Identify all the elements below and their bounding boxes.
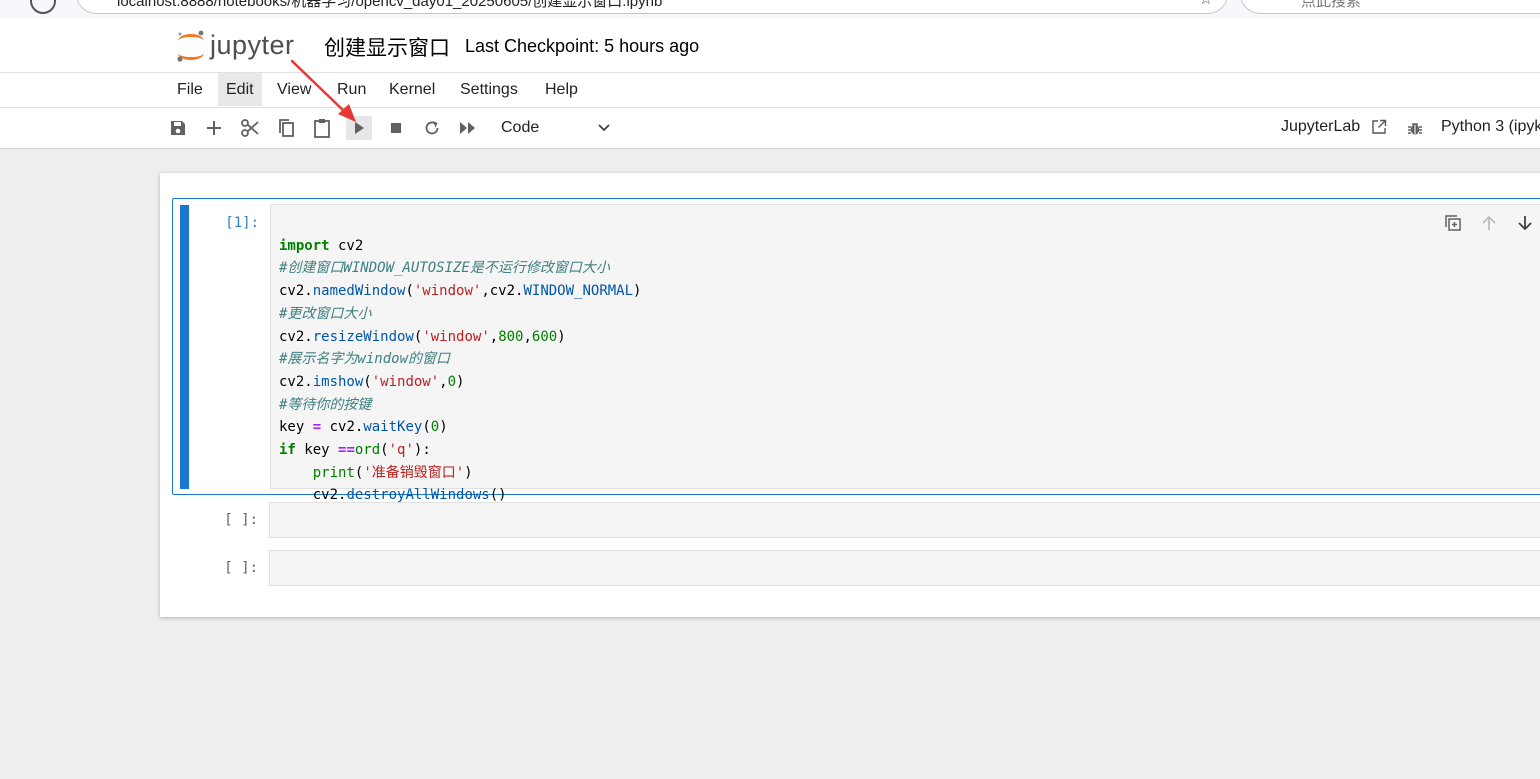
menu-file[interactable]: File bbox=[169, 73, 211, 106]
code-line: #等待你的按键 bbox=[279, 396, 372, 413]
duplicate-icon bbox=[1445, 215, 1461, 231]
external-link-icon[interactable] bbox=[1371, 119, 1387, 135]
add-cell-icon bbox=[207, 121, 221, 135]
fast-forward-icon bbox=[460, 122, 475, 134]
cell-toolbar bbox=[1441, 211, 1540, 235]
cell-type-value: Code bbox=[501, 119, 540, 136]
code-line: cv2.imshow('window',0) bbox=[279, 373, 465, 390]
move-cell-down-button[interactable] bbox=[1513, 211, 1537, 235]
browser-search-box[interactable]: 点此搜索 bbox=[1240, 0, 1540, 14]
cut-icon bbox=[241, 119, 259, 137]
code-cell-3[interactable]: [ ]: bbox=[172, 549, 1540, 587]
browser-reload-icon[interactable] bbox=[30, 0, 56, 14]
code-line: #更改窗口大小 bbox=[279, 305, 372, 322]
code-line: cv2.namedWindow('window',cv2.WINDOW_NORM… bbox=[279, 283, 642, 300]
cell-editor[interactable] bbox=[269, 502, 1540, 538]
menu-kernel[interactable]: Kernel bbox=[381, 73, 443, 106]
restart-run-all-button[interactable] bbox=[455, 116, 481, 140]
jupyter-logo-icon bbox=[177, 30, 204, 62]
move-cell-up-button[interactable] bbox=[1477, 211, 1501, 235]
code-line: #创建窗口WINDOW_AUTOSIZE是不运行修改窗口大小 bbox=[279, 260, 610, 277]
code-cell-2[interactable]: [ ]: bbox=[172, 501, 1540, 539]
cell-prompt: [ ]: bbox=[224, 560, 258, 576]
cell-prompt: [1]: bbox=[225, 215, 259, 231]
kernel-status[interactable]: Python 3 (ipykernel) bbox=[1441, 118, 1540, 136]
menu-help[interactable]: Help bbox=[537, 73, 586, 106]
address-bar[interactable]: localhost:8888/notebooks/机器学习/opencv_day… bbox=[76, 0, 1228, 14]
cell-collapser[interactable] bbox=[180, 205, 189, 489]
notebook-toolbar: Code JupyterLab Python 3 (ipykernel) bbox=[0, 108, 1540, 149]
cell-prompt: [ ]: bbox=[224, 512, 258, 528]
code-cell-1[interactable]: [1]: import cv2 #创建窗口WINDOW_AUTOSIZE是不运行修… bbox=[172, 198, 1540, 503]
save-button[interactable] bbox=[165, 116, 191, 140]
chevron-down-icon bbox=[598, 124, 610, 132]
menu-edit[interactable]: Edit bbox=[218, 73, 262, 106]
cell-editor[interactable]: import cv2 #创建窗口WINDOW_AUTOSIZE是不运行修改窗口大小… bbox=[270, 204, 1540, 503]
browser-toolbar: localhost:8888/notebooks/机器学习/opencv_day… bbox=[0, 0, 1540, 18]
debugger-bug-icon[interactable] bbox=[1406, 119, 1424, 137]
menu-bar: File Edit View Run Kernel Settings Help bbox=[0, 73, 1540, 108]
code-line: key = cv2.waitKey(0) bbox=[279, 419, 448, 436]
arrow-down-icon bbox=[1518, 216, 1532, 231]
stop-icon bbox=[391, 123, 401, 133]
annotation-arrow bbox=[290, 59, 356, 122]
interrupt-kernel-button[interactable] bbox=[383, 116, 409, 140]
address-bar-url: localhost:8888/notebooks/机器学习/opencv_day… bbox=[117, 0, 663, 10]
code-line: import cv2 bbox=[279, 237, 364, 254]
duplicate-cell-button[interactable] bbox=[1441, 211, 1465, 235]
menu-settings[interactable]: Settings bbox=[452, 73, 526, 106]
browser-search-placeholder: 点此搜索 bbox=[1301, 0, 1362, 10]
code-line: cv2.resizeWindow('window',800,600) bbox=[279, 328, 566, 345]
jupyter-header: jupyter 创建显示窗口 Last Checkpoint: 5 hours … bbox=[0, 18, 1540, 73]
restart-kernel-button[interactable] bbox=[419, 116, 445, 140]
cell-type-select[interactable]: Code bbox=[492, 114, 616, 142]
cell-editor[interactable] bbox=[269, 550, 1540, 586]
restart-icon bbox=[425, 121, 439, 135]
bookmark-star-icon[interactable]: ☆ bbox=[1199, 0, 1213, 9]
code-line: #展示名字为window的窗口 bbox=[279, 351, 451, 368]
code-line: if key ==ord('q'): bbox=[279, 442, 431, 459]
cut-button[interactable] bbox=[237, 116, 263, 140]
arrow-up-icon bbox=[1482, 215, 1496, 230]
open-jupyterlab-link[interactable]: JupyterLab bbox=[1281, 118, 1360, 136]
code-line: print('准备销毁窗口') bbox=[312, 464, 473, 481]
notebook-panel: [1]: import cv2 #创建窗口WINDOW_AUTOSIZE是不运行修… bbox=[160, 173, 1540, 617]
insert-cell-button[interactable] bbox=[201, 116, 227, 140]
jupyter-wordmark: jupyter bbox=[210, 30, 295, 60]
last-checkpoint-label: Last Checkpoint: 5 hours ago bbox=[465, 36, 700, 56]
save-icon bbox=[171, 121, 185, 135]
